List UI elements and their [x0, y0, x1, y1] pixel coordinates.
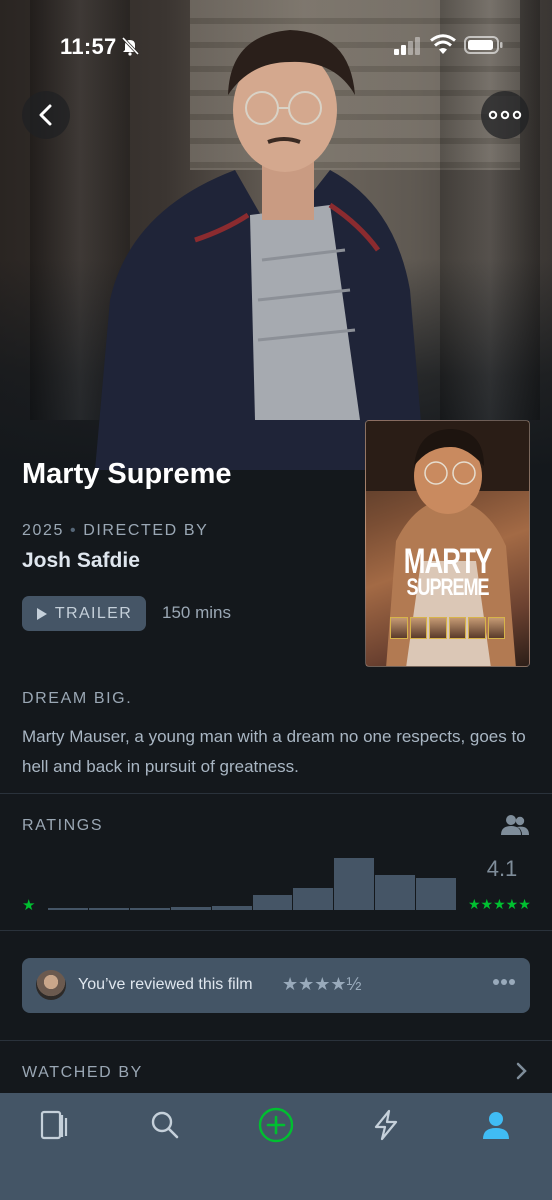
film-title: Marty Supreme	[22, 458, 232, 490]
cast-thumb	[448, 617, 466, 639]
ratings-label: RATINGS	[22, 817, 104, 834]
cast-thumb	[409, 617, 427, 639]
more-options-button[interactable]	[481, 91, 529, 139]
search-icon	[151, 1111, 179, 1139]
ratings-histogram[interactable]	[48, 858, 457, 910]
chevron-right-icon[interactable]	[516, 1062, 528, 1080]
directed-by-label: DIRECTED BY	[83, 522, 209, 539]
divider	[0, 793, 552, 794]
review-status-text: You’ve reviewed this film	[78, 976, 253, 993]
ellipsis-icon[interactable]	[492, 978, 516, 986]
histogram-bar[interactable]	[252, 895, 293, 910]
cast-thumb	[429, 617, 447, 639]
poster-cast-strip	[390, 617, 505, 639]
histogram-bar[interactable]	[170, 907, 211, 910]
watched-by-label[interactable]: WATCHED BY	[22, 1064, 143, 1082]
signal-icon	[394, 37, 420, 55]
add-circle-icon	[258, 1107, 294, 1143]
divider	[0, 930, 552, 931]
status-time: 11:57	[60, 34, 117, 59]
friends-icon[interactable]	[501, 814, 529, 836]
trailer-button[interactable]: TRAILER	[22, 596, 146, 631]
your-review-card[interactable]: You’ve reviewed this film ★★★★½	[22, 958, 530, 1013]
average-rating[interactable]: 4.1	[482, 856, 522, 882]
ellipsis-icon	[488, 110, 522, 120]
tab-add[interactable]	[241, 1093, 311, 1157]
cast-thumb	[487, 617, 505, 639]
tab-activity[interactable]	[351, 1093, 421, 1157]
histogram-bar[interactable]	[211, 906, 252, 910]
review-rating-stars: ★★★★½	[282, 974, 362, 994]
histogram-bar[interactable]	[293, 888, 334, 910]
chevron-left-icon	[39, 104, 52, 126]
histogram-bar[interactable]	[416, 878, 457, 910]
wifi-icon	[430, 34, 456, 54]
director-name[interactable]: Josh Safdie	[22, 549, 140, 573]
tab-films[interactable]	[20, 1093, 90, 1157]
battery-icon	[464, 36, 503, 54]
histogram-bar[interactable]	[48, 908, 88, 910]
cast-thumb	[390, 617, 408, 639]
tab-search[interactable]	[130, 1093, 200, 1157]
trailer-label: TRAILER	[54, 604, 133, 622]
histogram-bar[interactable]	[334, 858, 375, 910]
poster-title: MARTY SUPREME	[366, 544, 529, 601]
bell-slash-icon	[121, 36, 140, 56]
tagline: DREAM BIG.	[22, 690, 133, 707]
histogram-bar[interactable]	[375, 875, 416, 910]
separator-dot: •	[70, 522, 78, 539]
tab-profile[interactable]	[461, 1093, 531, 1157]
profile-icon	[483, 1112, 509, 1139]
lightning-icon	[374, 1109, 398, 1141]
status-bar: 11:57	[0, 0, 552, 90]
synopsis[interactable]: Marty Mauser, a young man with a dream n…	[22, 722, 532, 782]
histogram-bar[interactable]	[129, 908, 170, 910]
film-poster[interactable]: MARTY SUPREME	[365, 420, 530, 667]
back-button[interactable]	[22, 91, 70, 139]
film-meta: 2025 • DIRECTED BY	[22, 522, 208, 540]
divider	[0, 1040, 552, 1041]
release-year[interactable]: 2025	[22, 522, 64, 539]
films-icon	[40, 1110, 68, 1140]
poster-title-line2: SUPREME	[406, 573, 489, 601]
one-star-icon: ★	[22, 897, 36, 914]
histogram-bar[interactable]	[88, 908, 129, 910]
play-icon	[36, 607, 47, 620]
runtime: 150 mins	[162, 603, 231, 622]
tab-bar	[0, 1093, 552, 1200]
avatar	[36, 970, 66, 1000]
five-stars-icon: ★★★★★	[468, 896, 531, 912]
cast-thumb	[468, 617, 486, 639]
